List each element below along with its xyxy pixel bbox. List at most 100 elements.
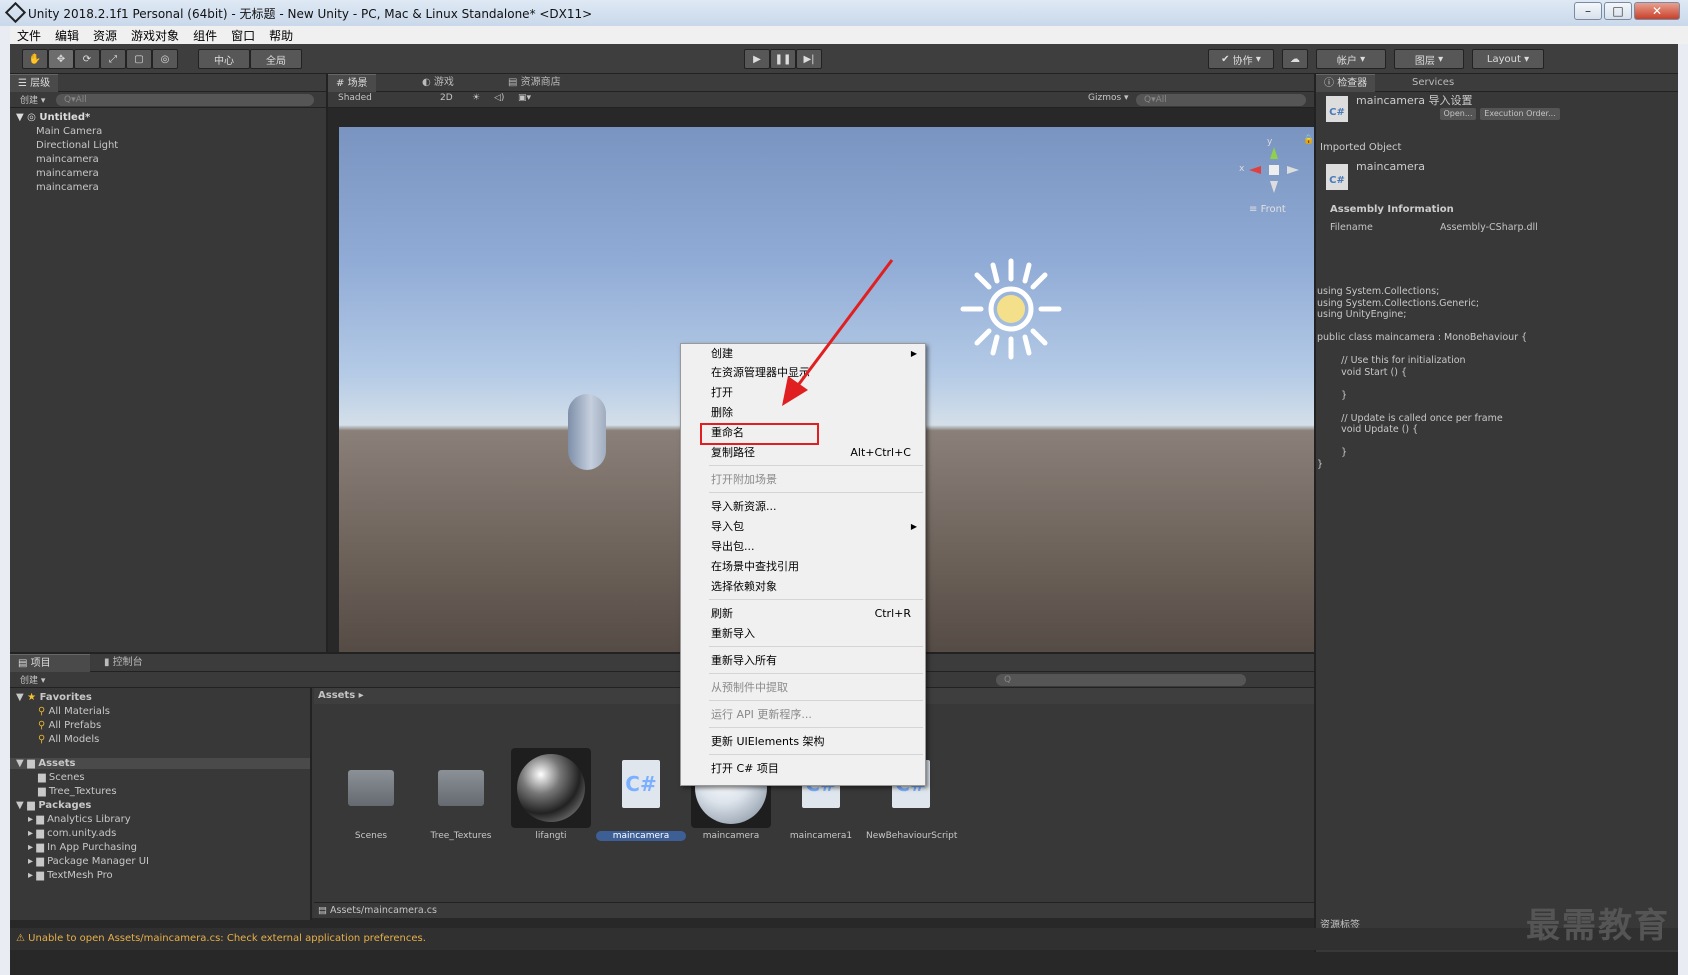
assets-folder-header[interactable]: ▼ ▆ Assets <box>10 758 310 769</box>
menu-separator <box>709 599 923 600</box>
menu-edit[interactable]: 编辑 <box>48 26 86 44</box>
package-item[interactable]: ▸ ▆ com.unity.ads <box>28 828 116 839</box>
menu-assets[interactable]: 资源 <box>86 26 124 44</box>
account-dropdown[interactable]: 帐户 ▾ <box>1316 49 1386 69</box>
tab-project[interactable]: ▤ 项目 <box>10 654 90 672</box>
gizmo-lock-icon[interactable]: 🔒 <box>1303 135 1314 145</box>
hierarchy-create-button[interactable]: 创建 ▾ <box>20 93 45 106</box>
menu-item-export-package[interactable]: 导出包... <box>711 537 911 557</box>
menu-item-copy-path[interactable]: 复制路径 Alt+Ctrl+C <box>711 443 911 463</box>
minimize-button[interactable]: – <box>1574 2 1602 20</box>
toggle-2d[interactable]: 2D <box>440 93 453 103</box>
hand-tool-icon[interactable]: ✋ <box>22 49 48 69</box>
menu-item-reimport[interactable]: 重新导入 <box>711 624 911 644</box>
unity-logo-icon <box>4 1 27 24</box>
play-button[interactable]: ▶ <box>744 49 770 69</box>
scale-tool-icon[interactable]: ⤢ <box>100 49 126 69</box>
package-item[interactable]: ▸ ▆ In App Purchasing <box>28 842 137 853</box>
favorite-item[interactable]: ⚲ All Materials <box>38 706 110 717</box>
tab-inspector[interactable]: ⓘ 检查器 <box>1316 74 1376 92</box>
folder-item[interactable]: ▆ Tree_Textures <box>38 786 117 797</box>
rotate-tool-icon[interactable]: ⟳ <box>74 49 100 69</box>
menu-item-refresh[interactable]: 刷新 Ctrl+R <box>711 604 911 624</box>
menu-gameobject[interactable]: 游戏对象 <box>124 26 186 44</box>
folder-label: Scenes <box>48 772 85 783</box>
menu-item-import-new-asset[interactable]: 导入新资源... <box>711 497 911 517</box>
menu-separator <box>709 754 923 755</box>
menu-help[interactable]: 帮助 <box>262 26 300 44</box>
menu-item-extract-from-prefab: 从预制件中提取 <box>711 678 911 698</box>
cloud-icon[interactable]: ☁ <box>1282 49 1308 69</box>
capsule-object[interactable] <box>568 394 606 470</box>
package-item[interactable]: ▸ ▆ TextMesh Pro <box>28 870 113 881</box>
tab-scene[interactable]: # 场景 <box>328 74 376 92</box>
packages-header[interactable]: ▼ ▆ Packages <box>16 800 91 811</box>
favorites-header[interactable]: ▼ ★ Favorites <box>16 692 92 703</box>
project-create-button[interactable]: 创建 ▾ <box>20 673 45 686</box>
asset-label: lifangti <box>535 831 567 841</box>
menu-item-label: 导出包... <box>711 540 755 553</box>
menu-item-find-references[interactable]: 在场景中查找引用 <box>711 557 911 577</box>
gizmo-view-label[interactable]: ≡ Front <box>1249 204 1286 215</box>
menu-separator <box>709 727 923 728</box>
breadcrumb-assets[interactable]: Assets ▸ <box>318 690 364 701</box>
mode-2d-label: 2D <box>440 93 453 103</box>
global-toggle[interactable]: 全局 <box>250 49 302 69</box>
tab-hierarchy[interactable]: ☰ 层级 <box>10 74 59 92</box>
effects-toggle-icon[interactable]: ▣▾ <box>518 93 531 103</box>
maximize-button[interactable]: □ <box>1604 2 1632 20</box>
pause-button[interactable]: ❚❚ <box>770 49 796 69</box>
move-tool-icon[interactable]: ✥ <box>48 49 74 69</box>
favorite-item[interactable]: ⚲ All Models <box>38 734 99 745</box>
hierarchy-search-input[interactable]: Q▾All <box>56 94 314 106</box>
scene-search-input[interactable]: Q▾All <box>1136 94 1306 106</box>
sun-icon[interactable] <box>959 257 1063 361</box>
hierarchy-item[interactable]: Directional Light <box>36 140 118 151</box>
tab-console[interactable]: ▮ 控制台 <box>96 654 151 672</box>
menu-item-open-additive-scene: 打开附加场景 <box>711 470 911 490</box>
favorite-item[interactable]: ⚲ All Prefabs <box>38 720 101 731</box>
menu-item-reimport-all[interactable]: 重新导入所有 <box>711 651 911 671</box>
collab-dropdown[interactable]: ✔ 协作 ▾ <box>1208 49 1274 69</box>
package-item[interactable]: ▸ ▆ Analytics Library <box>28 814 131 825</box>
tab-game[interactable]: ◐ 游戏 <box>414 74 462 92</box>
pivot-toggle[interactable]: 中心 <box>198 49 250 69</box>
menu-file[interactable]: 文件 <box>10 26 48 44</box>
rect-tool-icon[interactable]: ▢ <box>126 49 152 69</box>
gizmos-dropdown[interactable]: Gizmos ▾ <box>1088 93 1129 103</box>
close-button[interactable]: ✕ <box>1634 2 1680 20</box>
menu-item-import-package[interactable]: 导入包 ▶ <box>711 517 917 537</box>
tab-asset-store[interactable]: ▤ 资源商店 <box>500 74 569 92</box>
open-button[interactable]: Open... <box>1440 108 1476 120</box>
step-button[interactable]: ▶| <box>796 49 822 69</box>
package-item[interactable]: ▸ ▆ Package Manager UI <box>28 856 149 867</box>
menu-item-label: 复制路径 <box>711 446 755 459</box>
package-label: TextMesh Pro <box>47 870 113 881</box>
hierarchy-search-placeholder: All <box>75 95 87 105</box>
menu-window[interactable]: 窗口 <box>224 26 262 44</box>
shading-dropdown[interactable]: Shaded <box>338 93 372 103</box>
menu-item-update-uielements[interactable]: 更新 UIElements 架构 <box>711 732 911 752</box>
hierarchy-item[interactable]: maincamera <box>36 168 99 179</box>
layers-dropdown[interactable]: 图层 ▾ <box>1394 49 1464 69</box>
hierarchy-item[interactable]: maincamera <box>36 154 99 165</box>
menu-item-open-csharp-project[interactable]: 打开 C# 项目 <box>711 759 911 779</box>
folder-item[interactable]: ▆ Scenes <box>38 772 85 783</box>
project-search-input[interactable]: Q <box>996 674 1246 686</box>
menu-component[interactable]: 组件 <box>186 26 224 44</box>
hierarchy-item[interactable]: maincamera <box>36 182 99 193</box>
hierarchy-item[interactable]: Main Camera <box>36 126 102 137</box>
material-thumbnail <box>511 748 591 828</box>
execution-order-button[interactable]: Execution Order... <box>1480 108 1560 120</box>
imported-object-name: maincamera <box>1356 160 1426 173</box>
menu-item-select-dependencies[interactable]: 选择依赖对象 <box>711 577 911 597</box>
tab-services[interactable]: Services <box>1404 74 1462 92</box>
layout-dropdown[interactable]: Layout ▾ <box>1472 49 1544 69</box>
transform-tool-icon[interactable]: ◎ <box>152 49 178 69</box>
status-bar[interactable]: ⚠ Unable to open Assets/maincamera.cs: C… <box>10 928 1678 950</box>
lighting-toggle-icon[interactable]: ☀ <box>472 93 480 103</box>
folder-label: Tree_Textures <box>48 786 117 797</box>
scene-gizmo-icon[interactable] <box>1239 135 1309 205</box>
audio-toggle-icon[interactable]: ◁) <box>494 93 504 103</box>
scene-root[interactable]: ▼ ◎ Untitled* <box>16 112 90 123</box>
